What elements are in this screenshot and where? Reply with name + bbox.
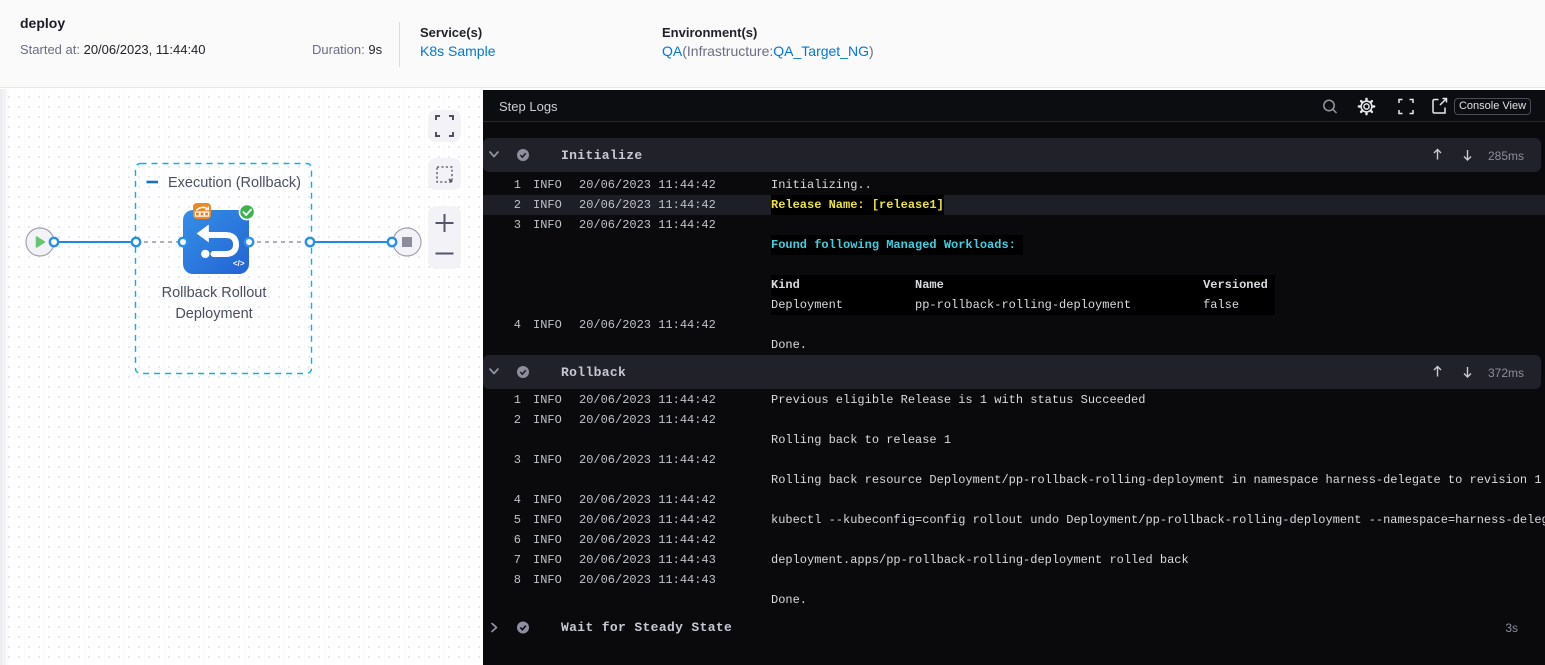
svg-text:</>: </>: [233, 259, 245, 268]
